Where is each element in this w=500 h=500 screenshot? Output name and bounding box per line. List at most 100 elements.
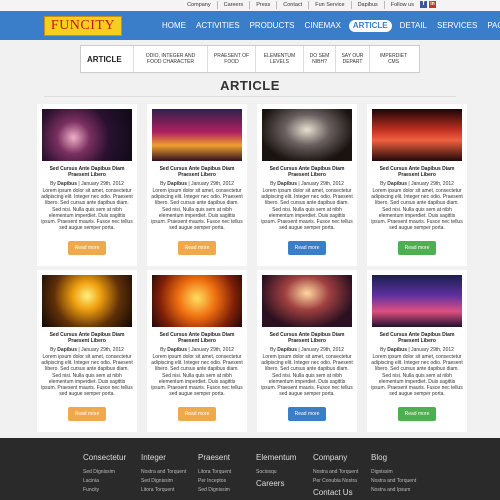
article-card: Sed Cursus Ante Dapibus Diam Praesent Li… (147, 270, 247, 432)
footer-heading: Blog (371, 453, 388, 462)
submenu-item[interactable]: DO SEM NIBH? (303, 46, 335, 72)
footer-link[interactable]: Sed Dignissim (198, 486, 231, 495)
footer-link[interactable]: Lacinia (83, 477, 126, 486)
article-date: | January 29th, 2012 (187, 181, 234, 187)
article-author[interactable]: Dapibus (57, 181, 77, 187)
submenu-item[interactable]: ELEMENTUM LEVELS (255, 46, 303, 72)
top-link-dapibus[interactable]: Dapibus (352, 1, 385, 9)
article-title[interactable]: Sed Cursus Ante Dapibus Diam Praesent Li… (150, 332, 244, 344)
article-title[interactable]: Sed Cursus Ante Dapibus Diam Praesent Li… (260, 332, 354, 344)
footer-heading: Careers (256, 479, 285, 488)
footer-heading: Company (313, 453, 348, 462)
submenu-title: ARTICLE (87, 54, 122, 64)
article-thumbnail[interactable] (42, 275, 132, 327)
main-nav: HOME ACTIVITIES PRODUCTS CINEMAX ARTICLE… (160, 20, 500, 32)
article-author[interactable]: Dapibus (277, 181, 297, 187)
article-title[interactable]: Sed Cursus Ante Dapibus Diam Praesent Li… (260, 166, 354, 178)
read-more-button[interactable]: Read more (68, 407, 106, 421)
nav-detail[interactable]: DETAIL (398, 20, 429, 32)
article-title[interactable]: Sed Cursus Ante Dapibus Diam Praesent Li… (40, 332, 134, 344)
page-title: ARTICLE (220, 78, 280, 93)
footer-link[interactable]: Litora Torquent (198, 468, 231, 477)
submenu-item[interactable]: IMPERDIET CMS (369, 46, 417, 72)
article-thumbnail[interactable] (262, 109, 352, 161)
footer-heading: Consectetur (83, 453, 127, 462)
nav-pages[interactable]: PAGES (485, 20, 500, 32)
social-icons: f in (420, 1, 436, 8)
article-title[interactable]: Sed Cursus Ante Dapibus Diam Praesent Li… (40, 166, 134, 178)
article-card: Sed Cursus Ante Dapibus Diam Praesent Li… (367, 104, 467, 266)
title-divider (44, 96, 456, 97)
footer-link[interactable]: Sed Dignissim (83, 468, 126, 477)
footer-link[interactable]: Nostra and Ipsum (371, 486, 416, 495)
read-more-button[interactable]: Read more (178, 407, 216, 421)
read-more-button[interactable]: Read more (288, 241, 326, 255)
top-link-company[interactable]: Company (181, 1, 218, 9)
article-thumbnail[interactable] (262, 275, 352, 327)
top-link-contact[interactable]: Contact (277, 1, 310, 9)
nav-cinemax[interactable]: CINEMAX (302, 20, 342, 32)
footer-link[interactable]: Nostra and Torquent (371, 477, 416, 486)
nav-products[interactable]: PRODUCTS (248, 20, 297, 32)
nav-article[interactable]: ARTICLE (348, 20, 392, 32)
footer-link[interactable]: Sociosqu (256, 468, 296, 477)
linkedin-icon[interactable]: in (429, 1, 436, 8)
top-link-careers[interactable]: Careers (218, 1, 251, 9)
submenu-item[interactable]: ODIO, INTEGER AND FOOD CHARACTER (133, 46, 207, 72)
article-excerpt: Lorem ipsum dolor sit amet, consectetur … (41, 188, 133, 232)
footer-link[interactable]: Litora Torquent (141, 486, 186, 495)
read-more-button[interactable]: Read more (178, 241, 216, 255)
article-title[interactable]: Sed Cursus Ante Dapibus Diam Praesent Li… (370, 332, 464, 344)
footer-link[interactable]: Per Conubia Nostra (313, 477, 358, 486)
article-author[interactable]: Dapibus (57, 347, 77, 353)
article-excerpt: Lorem ipsum dolor sit amet, consectetur … (151, 354, 243, 398)
nav-home[interactable]: HOME (160, 20, 188, 32)
footer-column: Blog Dignissim Nostra and Torquent Nostra a… (371, 453, 416, 495)
article-byline: By Dapibus | January 29th, 2012 (150, 181, 244, 187)
facebook-icon[interactable]: f (420, 1, 427, 8)
footer-column: Integer Nostra and Torquent Sed Dignissim L… (141, 453, 186, 495)
top-link-press[interactable]: Press (250, 1, 278, 9)
read-more-button[interactable]: Read more (398, 241, 436, 255)
top-link-fun-service[interactable]: Fun Service (309, 1, 352, 9)
footer-link[interactable]: Sed Dignissim (141, 477, 186, 486)
article-thumbnail[interactable] (372, 275, 462, 327)
article-excerpt: Lorem ipsum dolor sit amet, consectetur … (261, 188, 353, 232)
footer-column: Praesent Litora Torquent Per Inceptos Sed D… (198, 453, 231, 495)
article-thumbnail[interactable] (372, 109, 462, 161)
article-byline: By Dapibus | January 29th, 2012 (40, 181, 134, 187)
article-author[interactable]: Dapibus (167, 347, 187, 353)
article-author[interactable]: Dapibus (387, 181, 407, 187)
article-excerpt: Lorem ipsum dolor sit amet, consectetur … (41, 354, 133, 398)
article-date: | January 29th, 2012 (407, 181, 454, 187)
footer-link[interactable]: Dignissim (371, 468, 416, 477)
read-more-button[interactable]: Read more (398, 407, 436, 421)
article-thumbnail[interactable] (42, 109, 132, 161)
article-card: Sed Cursus Ante Dapibus Diam Praesent Li… (257, 270, 357, 432)
site-logo[interactable]: FUNCITY (44, 16, 122, 36)
article-card: Sed Cursus Ante Dapibus Diam Praesent Li… (257, 104, 357, 266)
read-more-button[interactable]: Read more (68, 241, 106, 255)
article-author[interactable]: Dapibus (167, 181, 187, 187)
article-byline: By Dapibus | January 29th, 2012 (40, 347, 134, 353)
article-byline: By Dapibus | January 29th, 2012 (260, 347, 354, 353)
submenu-item[interactable]: SAY OUR DEPART (335, 46, 369, 72)
footer-link[interactable]: Funcity (83, 486, 126, 495)
submenu-item[interactable]: PRAESENT OF FOOD (207, 46, 255, 72)
footer-link[interactable]: Nostra and Torquent (313, 468, 358, 477)
article-excerpt: Lorem ipsum dolor sit amet, consectetur … (261, 354, 353, 398)
nav-activities[interactable]: ACTIVITIES (194, 20, 242, 32)
footer-heading: Contact Us (313, 488, 353, 497)
article-title[interactable]: Sed Cursus Ante Dapibus Diam Praesent Li… (370, 166, 464, 178)
footer-link[interactable]: Per Inceptos (198, 477, 231, 486)
read-more-button[interactable]: Read more (288, 407, 326, 421)
article-author[interactable]: Dapibus (387, 347, 407, 353)
article-thumbnail[interactable] (152, 109, 242, 161)
nav-services[interactable]: SERVICES (435, 20, 479, 32)
footer-column: Elementum Sociosqu Careers (256, 453, 296, 488)
article-title[interactable]: Sed Cursus Ante Dapibus Diam Praesent Li… (150, 166, 244, 178)
article-author[interactable]: Dapibus (277, 347, 297, 353)
article-date: | January 29th, 2012 (297, 347, 344, 353)
article-thumbnail[interactable] (152, 275, 242, 327)
footer-link[interactable]: Nostra and Torquent (141, 468, 186, 477)
